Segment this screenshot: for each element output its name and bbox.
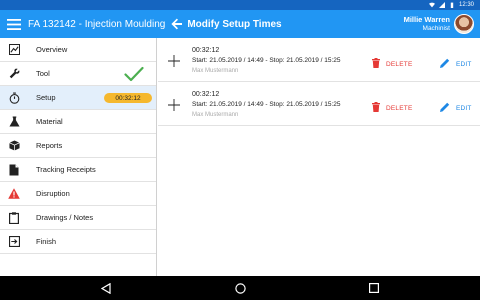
sidebar-item-label: Reports: [36, 141, 63, 150]
entry-details: 00:32:12 Start: 21.05.2019 / 14:49 - Sto…: [192, 90, 341, 120]
sidebar-item-drawings-notes[interactable]: Drawings / Notes: [0, 206, 156, 230]
edit-button[interactable]: EDIT: [440, 55, 472, 73]
nav-back-icon[interactable]: [100, 282, 112, 294]
hamburger-menu-icon[interactable]: [2, 10, 26, 38]
page-title: Modify Setup Times: [187, 18, 282, 30]
warning-icon: [8, 188, 20, 200]
entry-details: 00:32:12 Start: 21.05.2019 / 14:49 - Sto…: [192, 46, 341, 76]
delete-label: DELETE: [386, 104, 413, 112]
check-icon: [124, 66, 144, 87]
user-profile[interactable]: Millie Warren Machinist: [404, 14, 474, 34]
edit-label: EDIT: [456, 104, 472, 112]
setup-times-list: 00:32:12 Start: 21.05.2019 / 14:49 - Sto…: [158, 38, 480, 276]
plus-icon[interactable]: [168, 54, 180, 67]
arrow-left-icon[interactable]: [169, 10, 185, 38]
sidebar-item-overview[interactable]: Overview: [0, 38, 156, 62]
setup-timer-badge: 00:32:12: [104, 93, 152, 103]
entry-duration: 00:32:12: [192, 91, 220, 98]
plus-icon[interactable]: [168, 98, 180, 111]
exit-icon: [8, 236, 20, 248]
pencil-icon: [440, 55, 450, 73]
app-screen: 12:30 FA 132142 - Injection Moulding Mod…: [0, 0, 480, 300]
system-nav-bar: [0, 276, 480, 300]
app-bar: FA 132142 - Injection Moulding Modify Se…: [0, 10, 480, 38]
delete-button[interactable]: DELETE: [372, 99, 413, 117]
signal-icon: [438, 2, 445, 8]
sidebar-item-label: Setup: [36, 93, 56, 102]
sidebar-item-material[interactable]: Material: [0, 110, 156, 134]
edit-button[interactable]: EDIT: [440, 99, 472, 117]
user-role: Machinist: [422, 25, 450, 32]
sidebar-item-disruption[interactable]: Disruption: [0, 182, 156, 206]
nav-recents-icon[interactable]: [368, 282, 380, 294]
user-name: Millie Warren: [403, 15, 450, 24]
avatar[interactable]: [454, 14, 474, 34]
sidebar-item-label: Finish: [36, 237, 57, 246]
trash-icon: [372, 99, 380, 117]
sidebar-item-setup[interactable]: Setup 00:32:12: [0, 86, 156, 110]
chart-icon: [8, 44, 20, 56]
battery-icon: [449, 2, 455, 8]
clipboard-icon: [8, 211, 20, 224]
list-item: 00:32:12 Start: 21.05.2019 / 14:49 - Sto…: [158, 82, 480, 126]
trash-icon: [372, 55, 380, 73]
sidebar-item-finish[interactable]: Finish: [0, 230, 156, 254]
entry-time-range: Start: 21.05.2019 / 14:49 - Stop: 21.05.…: [192, 57, 341, 64]
sidebar-item-label: Drawings / Notes: [36, 213, 94, 222]
flask-icon: [8, 116, 20, 128]
entry-user: Max Mustermann: [192, 112, 239, 118]
sidebar-item-reports[interactable]: Reports: [0, 134, 156, 158]
app-title: FA 132142 - Injection Moulding: [28, 18, 166, 30]
entry-time-range: Start: 21.05.2019 / 14:49 - Stop: 21.05.…: [192, 101, 341, 108]
list-item: 00:32:12 Start: 21.05.2019 / 14:49 - Sto…: [158, 38, 480, 82]
sidebar: Overview Tool Setup 00:32:12 Material Re…: [0, 38, 157, 276]
entry-user: Max Mustermann: [192, 68, 239, 74]
document-icon: [8, 164, 20, 176]
stopwatch-icon: [8, 92, 20, 104]
sidebar-item-label: Overview: [36, 45, 68, 54]
nav-home-icon[interactable]: [234, 282, 246, 294]
pencil-icon: [440, 99, 450, 117]
cube-icon: [8, 140, 20, 152]
wifi-icon: [428, 2, 435, 8]
entry-duration: 00:32:12: [192, 47, 220, 54]
status-bar: 12:30: [0, 0, 480, 10]
sidebar-item-label: Disruption: [36, 189, 70, 198]
user-info: Millie Warren Machinist: [404, 15, 450, 33]
sidebar-item-label: Material: [36, 117, 63, 126]
sidebar-item-label: Tracking Receipts: [36, 165, 96, 174]
sidebar-item-label: Tool: [36, 69, 50, 78]
delete-button[interactable]: DELETE: [372, 55, 413, 73]
sidebar-item-tracking-receipts[interactable]: Tracking Receipts: [0, 158, 156, 182]
status-time: 12:30: [458, 2, 474, 8]
edit-label: EDIT: [456, 60, 472, 68]
sidebar-item-tool[interactable]: Tool: [0, 62, 156, 86]
delete-label: DELETE: [386, 60, 413, 68]
wrench-icon: [8, 68, 20, 80]
